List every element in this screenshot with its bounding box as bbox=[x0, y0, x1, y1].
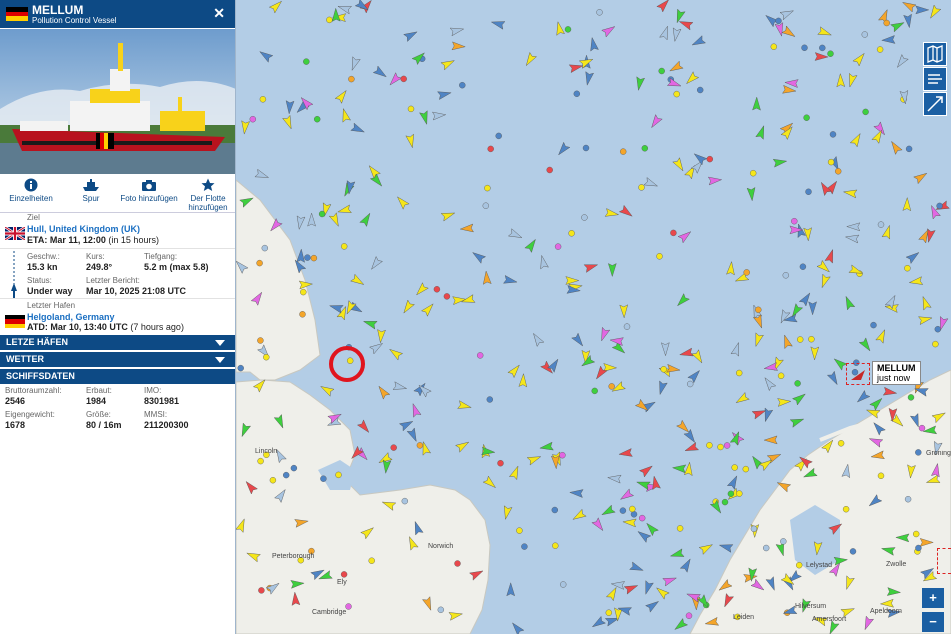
destination-port-link[interactable]: Hull, United Kingdom (UK) bbox=[27, 224, 140, 234]
vessel-arrow-icon bbox=[851, 370, 865, 380]
ship-track-icon bbox=[83, 179, 99, 191]
city-label-ely: Ely bbox=[337, 579, 347, 586]
section-weather-label: WETTER bbox=[6, 354, 44, 364]
callout-vessel-name: MELLUM bbox=[877, 363, 916, 373]
draught-max: (max 5.8) bbox=[169, 262, 209, 272]
city-label-cambridge: Cambridge bbox=[312, 609, 347, 616]
section-ship-data-label: SCHIFFSDATEN bbox=[6, 371, 75, 381]
section-last-ports-label: LETZE HÄFEN bbox=[6, 337, 68, 347]
city-label-amersfoort: Amersfoort bbox=[812, 616, 847, 623]
eta-label: ETA: bbox=[27, 235, 48, 245]
course-label: Kurs: bbox=[86, 252, 105, 261]
add-to-fleet-label: Der Flotte hinzufügen bbox=[188, 194, 228, 212]
add-to-fleet-button[interactable]: Der Flotte hinzufügen bbox=[184, 178, 232, 212]
map-icon bbox=[927, 45, 943, 63]
city-label-peterborough: Peterborough bbox=[272, 553, 315, 560]
status-label: Status: bbox=[27, 276, 52, 285]
city-label-zwolle: Zwolle bbox=[886, 561, 907, 568]
germany-flag-icon bbox=[6, 7, 28, 21]
size-label: Größe: bbox=[86, 410, 111, 419]
callout-last-seen: just now bbox=[877, 373, 911, 383]
city-label-leiden: Leiden bbox=[733, 614, 755, 621]
track-button[interactable]: Spur bbox=[74, 178, 108, 203]
chevron-down-icon bbox=[215, 357, 225, 363]
vessel-photo[interactable] bbox=[0, 29, 236, 174]
selected-vessel-highlight[interactable] bbox=[329, 346, 365, 382]
camera-icon bbox=[142, 180, 156, 191]
atd-relative: (7 hours ago) bbox=[130, 322, 184, 332]
measure-icon bbox=[927, 96, 943, 112]
mmsi-value: 211200300 bbox=[144, 420, 189, 430]
deadweight-value: 1678 bbox=[5, 420, 26, 430]
vessel-header: MELLUM Pollution Control Vessel ✕ bbox=[0, 0, 235, 28]
eta-row: ETA: Mar 11, 12:00 (in 15 hours) bbox=[27, 235, 159, 245]
deadweight-label: Eigengewicht: bbox=[5, 410, 55, 419]
vessel-name: MELLUM bbox=[32, 3, 84, 17]
gross-tonnage-label: Bruttoraumzahl: bbox=[5, 386, 62, 395]
course-direction-icon bbox=[11, 251, 17, 299]
speed-value: 15.3 kn bbox=[27, 262, 58, 272]
section-weather[interactable]: WETTER bbox=[0, 352, 235, 367]
eta-relative: (in 15 hours) bbox=[108, 235, 159, 245]
imo-label: IMO: bbox=[144, 386, 162, 395]
eta-value: Mar 11, 12:00 bbox=[49, 235, 106, 245]
size-value: 80 / 16m bbox=[86, 420, 122, 430]
last-report-label: Letzter Bericht: bbox=[86, 276, 140, 285]
vessel-info-panel: MELLUM Pollution Control Vessel ✕ Einzel… bbox=[0, 0, 236, 634]
mmsi-label: MMSI: bbox=[144, 410, 168, 419]
last-port-link[interactable]: Helgoland, Germany bbox=[27, 312, 115, 322]
city-label-lelystad: Lelystad bbox=[806, 562, 833, 569]
draught-row: 5.2 m (max 5.8) bbox=[144, 262, 209, 272]
atd-row: ATD: Mar 10, 13:40 UTC (7 hours ago) bbox=[27, 322, 184, 332]
close-icon[interactable]: ✕ bbox=[213, 5, 225, 22]
city-label-lincoln: Lincoln bbox=[255, 448, 278, 455]
details-button[interactable]: Einzelheiten bbox=[8, 178, 54, 203]
weather-layer-button[interactable] bbox=[923, 67, 947, 91]
course-value: 249.8° bbox=[86, 262, 113, 272]
zoom-in-button[interactable]: + bbox=[922, 588, 944, 608]
status-value: Under way bbox=[27, 286, 73, 296]
draught-label: Tiefgang: bbox=[144, 252, 178, 261]
destination-label: Ziel bbox=[27, 213, 40, 222]
action-bar: Einzelheiten Spur Foto hinzufügen Der Fl… bbox=[0, 176, 235, 213]
voyage-section: Geschw.: 15.3 kn Kurs: 249.8° Tiefgang: … bbox=[0, 248, 235, 299]
germany-flag-icon bbox=[5, 315, 25, 328]
zoom-out-button[interactable]: − bbox=[922, 612, 944, 632]
uk-flag-icon bbox=[5, 227, 25, 240]
built-label: Erbaut: bbox=[86, 386, 112, 395]
gross-tonnage-value: 2546 bbox=[5, 396, 26, 406]
city-label-hilversum: Hilversum bbox=[795, 603, 827, 610]
section-last-ports[interactable]: LETZE HÄFEN bbox=[0, 335, 235, 350]
atd-label: ATD: bbox=[27, 322, 48, 332]
vessel-callout[interactable]: MELLUM just now bbox=[872, 361, 921, 385]
last-port-section: Letzter Hafen Helgoland, Germany ATD: Ma… bbox=[0, 298, 235, 335]
wind-icon bbox=[928, 74, 942, 84]
vessel-type: Pollution Control Vessel bbox=[32, 16, 117, 25]
draught-value: 5.2 m bbox=[144, 262, 168, 272]
built-value: 1984 bbox=[86, 396, 107, 406]
city-label-groningen: Groningen bbox=[926, 450, 951, 457]
section-ship-data[interactable]: SCHIFFSDATEN bbox=[0, 369, 235, 384]
city-label-norwich: Norwich bbox=[428, 543, 454, 550]
map-layers-button[interactable] bbox=[923, 42, 947, 66]
offscreen-marker[interactable] bbox=[937, 548, 951, 574]
info-icon bbox=[24, 178, 38, 192]
details-label: Einzelheiten bbox=[9, 194, 53, 203]
chevron-down-icon bbox=[215, 340, 225, 346]
add-photo-button[interactable]: Foto hinzufügen bbox=[116, 178, 182, 203]
target-vessel-marker[interactable] bbox=[846, 363, 870, 385]
destination-section: Ziel Hull, United Kingdom (UK) ETA: Mar … bbox=[0, 213, 235, 247]
speed-label: Geschw.: bbox=[27, 252, 60, 261]
measure-tool-button[interactable] bbox=[923, 92, 947, 116]
star-icon bbox=[201, 178, 215, 191]
add-photo-label: Foto hinzufügen bbox=[120, 194, 178, 203]
last-port-label: Letzter Hafen bbox=[27, 301, 76, 310]
imo-value: 8301981 bbox=[144, 396, 180, 406]
track-label: Spur bbox=[82, 194, 100, 203]
last-report-value: Mar 10, 2025 21:08 UTC bbox=[86, 286, 187, 296]
atd-value: Mar 10, 13:40 UTC bbox=[50, 322, 128, 332]
city-label-apeldoorn: Apeldoorn bbox=[870, 608, 902, 615]
